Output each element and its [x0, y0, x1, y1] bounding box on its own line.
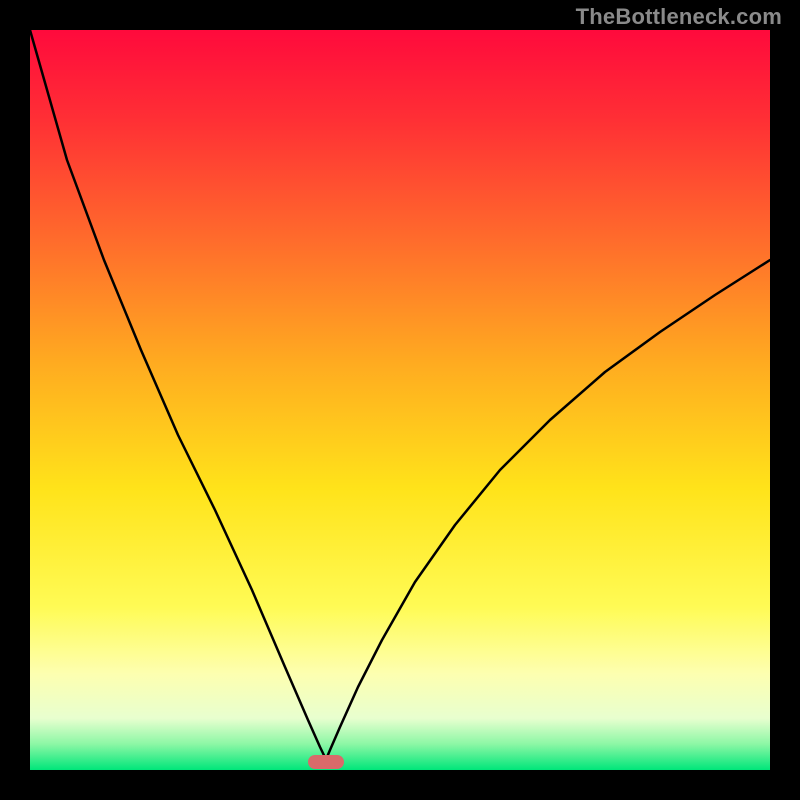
- watermark-text: TheBottleneck.com: [576, 4, 782, 30]
- optimal-point-marker: [308, 755, 344, 769]
- chart-container: TheBottleneck.com: [0, 0, 800, 800]
- gradient-background: [30, 30, 770, 770]
- plot-area: [30, 30, 770, 770]
- chart-svg: [30, 30, 770, 770]
